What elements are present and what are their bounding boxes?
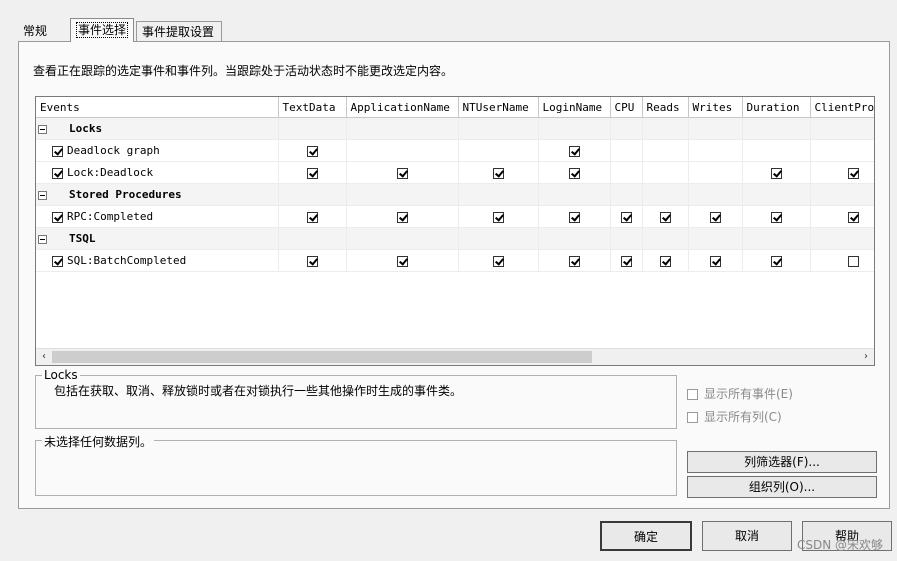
collapse-icon[interactable] [38,190,47,200]
event-row[interactable]: RPC:Completed [36,205,874,228]
column-checkbox[interactable] [306,145,318,157]
description-text: 查看正在跟踪的选定事件和事件列。当跟踪处于活动状态时不能更改选定内容。 [33,64,454,78]
event-select-checkbox[interactable] [52,211,63,223]
column-checkbox[interactable] [568,167,580,179]
column-checkbox[interactable] [568,211,580,223]
organize-columns-button[interactable]: 组织列(O)... [687,476,877,498]
scroll-right-arrow-icon[interactable]: › [858,349,874,365]
column-checkbox[interactable] [396,167,408,179]
column-header-5[interactable]: CPU [610,97,643,118]
data-columns-group: 未选择任何数据列。 [35,433,677,496]
tab-event-extraction-settings[interactable]: 事件提取设置 [136,21,222,41]
column-checkbox[interactable] [659,255,671,267]
event-select-checkbox[interactable] [52,255,63,267]
column-header-3[interactable]: NTUserName [458,97,539,118]
column-header-8[interactable]: Duration [742,97,811,118]
column-header-7[interactable]: Writes [688,97,743,118]
column-checkbox[interactable] [847,167,859,179]
tab-general[interactable]: 常规 [18,21,66,41]
category-row: Locks [36,117,874,140]
event-row[interactable]: Deadlock graph [36,139,874,162]
ok-button[interactable]: 确定 [600,521,692,551]
event-row[interactable]: Lock:Deadlock [36,161,874,184]
column-checkbox[interactable] [770,167,782,179]
column-checkbox[interactable] [306,167,318,179]
column-header-2[interactable]: ApplicationName [346,97,459,118]
column-header-1[interactable]: TextData [278,97,347,118]
column-checkbox[interactable] [659,211,671,223]
event-name: SQL:BatchCompleted [67,254,187,267]
cancel-button[interactable]: 取消 [702,521,792,551]
scrollbar-thumb[interactable] [52,351,592,363]
show-all-columns-checkbox[interactable] [687,412,698,423]
column-header-9[interactable]: ClientProc [810,97,874,118]
show-all-events-label: 显示所有事件(E) [704,387,793,401]
watermark: CSDN @宋欢够 [796,538,883,552]
show-all-columns-option[interactable]: 显示所有列(C) [687,408,782,425]
column-header-4[interactable]: LoginName [538,97,611,118]
show-all-events-option[interactable]: 显示所有事件(E) [687,385,793,402]
column-checkbox[interactable] [620,211,632,223]
event-select-checkbox[interactable] [52,167,63,179]
column-checkbox[interactable] [568,255,580,267]
locks-group-text: 包括在获取、取消、释放锁时或者在对锁执行一些其他操作时生成的事件类。 [54,384,463,398]
event-selection-panel: 查看正在跟踪的选定事件和事件列。当跟踪处于活动状态时不能更改选定内容。 Even… [18,41,890,509]
scroll-left-arrow-icon[interactable]: ‹ [36,349,52,365]
locks-group-legend: Locks [42,368,80,382]
column-checkbox[interactable] [709,255,721,267]
column-checkbox[interactable] [492,211,504,223]
event-select-checkbox[interactable] [52,145,63,157]
category-row: TSQL [36,227,874,250]
show-all-events-checkbox[interactable] [687,389,698,400]
column-checkbox[interactable] [492,255,504,267]
column-checkbox[interactable] [620,255,632,267]
column-checkbox[interactable] [847,255,859,267]
collapse-icon[interactable] [38,234,47,244]
events-grid: Events TextData ApplicationName NTUserName L… [35,96,875,366]
column-checkbox[interactable] [847,211,859,223]
collapse-icon[interactable] [38,124,47,134]
columns-group-legend: 未选择任何数据列。 [42,433,155,450]
event-name: Deadlock graph [67,144,160,157]
locks-description-group: Locks 包括在获取、取消、释放锁时或者在对锁执行一些其他操作时生成的事件类。 [35,368,677,429]
column-checkbox[interactable] [306,211,318,223]
tab-event-selection[interactable]: 事件选择 [70,18,134,42]
column-checkbox[interactable] [396,255,408,267]
column-header-6[interactable]: Reads [642,97,689,118]
column-filter-button[interactable]: 列筛选器(F)... [687,451,877,473]
event-row[interactable]: SQL:BatchCompleted [36,249,874,272]
column-checkbox[interactable] [770,211,782,223]
column-header-0[interactable]: Events [36,97,279,118]
category-name: Locks [69,122,103,135]
show-all-columns-label: 显示所有列(C) [704,410,782,424]
column-checkbox[interactable] [306,255,318,267]
column-checkbox[interactable] [492,167,504,179]
category-name: Stored Procedures [69,188,182,201]
category-row: Stored Procedures [36,183,874,206]
column-checkbox[interactable] [396,211,408,223]
column-checkbox[interactable] [770,255,782,267]
column-checkbox[interactable] [709,211,721,223]
event-name: RPC:Completed [67,210,154,223]
event-name: Lock:Deadlock [67,166,154,179]
events-table: Events TextData ApplicationName NTUserName L… [36,97,874,272]
column-checkbox[interactable] [568,145,580,157]
tab-event-selection-label: 事件选择 [76,22,129,38]
category-name: TSQL [69,232,96,245]
horizontal-scrollbar[interactable]: ‹ › [36,348,874,365]
